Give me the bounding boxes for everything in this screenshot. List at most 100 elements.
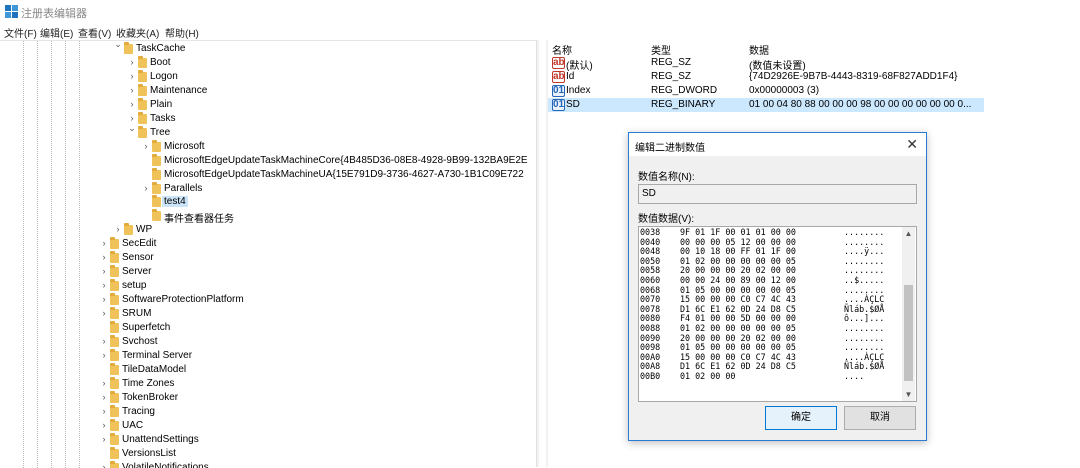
tree-node[interactable]: VersionsList bbox=[0, 447, 536, 461]
tree-node[interactable]: › Microsoft bbox=[0, 140, 536, 154]
chevron-right-icon[interactable]: › bbox=[99, 392, 109, 402]
chevron-right-icon[interactable]: › bbox=[99, 406, 109, 416]
close-icon[interactable]: ✕ bbox=[906, 136, 918, 153]
chevron-down-icon[interactable]: ⌄ bbox=[113, 40, 123, 50]
tree-node[interactable]: TileDataModel bbox=[0, 363, 536, 377]
chevron-right-icon[interactable]: › bbox=[127, 71, 137, 81]
scroll-up-icon[interactable]: ▲ bbox=[902, 229, 915, 238]
chevron-right-icon[interactable]: › bbox=[99, 462, 109, 468]
tree-node[interactable]: ›WP bbox=[0, 223, 536, 237]
tree-node[interactable]: ›setup bbox=[0, 279, 536, 293]
tree-node[interactable]: ›UnattendSettings bbox=[0, 433, 536, 447]
tree-node[interactable]: ›SRUM bbox=[0, 307, 536, 321]
chevron-right-icon[interactable]: › bbox=[99, 420, 109, 430]
value-row-index[interactable]: 01 Index REG_DWORD 0x00000003 (3) bbox=[548, 84, 984, 98]
value-row-default[interactable]: ab (默认) REG_SZ (数值未设置) bbox=[548, 56, 984, 70]
chevron-right-icon[interactable]: › bbox=[99, 308, 109, 318]
folder-icon bbox=[138, 100, 147, 110]
tree-node[interactable]: MicrosoftEdgeUpdateTaskMachineUA{15E791D… bbox=[0, 168, 536, 182]
hex-bytes: 01 02 00 00 bbox=[680, 372, 735, 381]
cancel-button[interactable]: 取消 bbox=[844, 406, 916, 430]
tree-node[interactable]: ›Plain bbox=[0, 98, 536, 112]
ok-button[interactable]: 确定 bbox=[765, 406, 837, 430]
tree-node[interactable]: ›Server bbox=[0, 265, 536, 279]
menu-edit[interactable]: 编辑(E) bbox=[40, 25, 73, 40]
tree-node[interactable]: ›TokenBroker bbox=[0, 391, 536, 405]
chevron-right-icon[interactable]: › bbox=[99, 378, 109, 388]
chevron-right-icon[interactable]: › bbox=[141, 141, 151, 151]
tree-scrollbar[interactable] bbox=[536, 40, 548, 467]
value-type: REG_SZ bbox=[651, 57, 691, 68]
tree-node[interactable]: ›Tracing bbox=[0, 405, 536, 419]
tree-node[interactable]: ›Svchost bbox=[0, 335, 536, 349]
chevron-right-icon[interactable]: › bbox=[127, 113, 137, 123]
hex-address: 0098 bbox=[640, 343, 660, 352]
hex-ascii: ..$..... bbox=[844, 276, 884, 285]
hex-bytes: 01 05 00 00 00 00 00 05 bbox=[680, 343, 796, 352]
chevron-right-icon[interactable]: › bbox=[99, 336, 109, 346]
menu-file[interactable]: 文件(F) bbox=[4, 25, 37, 40]
hex-address: 0038 bbox=[640, 228, 660, 237]
tree-node[interactable]: MicrosoftEdgeUpdateTaskMachineCore{4B485… bbox=[0, 154, 536, 168]
tree-node[interactable]: ⌄TaskCache bbox=[0, 42, 536, 56]
column-header-name[interactable]: 名称 bbox=[552, 42, 572, 57]
folder-icon bbox=[152, 211, 161, 221]
chevron-right-icon[interactable]: › bbox=[99, 280, 109, 290]
chevron-right-icon[interactable]: › bbox=[127, 57, 137, 67]
tree-node-label: Microsoft bbox=[164, 141, 205, 152]
chevron-right-icon[interactable]: › bbox=[99, 434, 109, 444]
tree-node-label: MicrosoftEdgeUpdateTaskMachineUA{15E791D… bbox=[164, 169, 524, 180]
tree-node[interactable]: Superfetch bbox=[0, 321, 536, 335]
tree-node[interactable]: ⌄Tree bbox=[0, 126, 536, 140]
column-header-type[interactable]: 类型 bbox=[651, 42, 671, 57]
chevron-right-icon[interactable]: › bbox=[113, 224, 123, 234]
title-bar: 注册表编辑器 bbox=[0, 0, 1080, 23]
tree-node[interactable]: ›Parallels bbox=[0, 182, 536, 196]
folder-icon bbox=[110, 449, 119, 459]
menu-view[interactable]: 查看(V) bbox=[78, 25, 111, 40]
tree-node[interactable]: ›Maintenance bbox=[0, 84, 536, 98]
hex-editor[interactable]: ▲ ▼ 00389F 01 1F 00 01 01 00 00........0… bbox=[638, 226, 917, 402]
window-title: 注册表编辑器 bbox=[21, 5, 87, 21]
tree-scrollbar-thumb[interactable] bbox=[539, 40, 546, 467]
tree-node[interactable]: ›Terminal Server bbox=[0, 349, 536, 363]
registry-tree[interactable]: ⌄TaskCache›Boot›Logon›Maintenance›Plain›… bbox=[0, 40, 536, 468]
chevron-right-icon[interactable]: › bbox=[99, 238, 109, 248]
hex-scrollbar-thumb[interactable] bbox=[904, 285, 913, 381]
chevron-right-icon[interactable]: › bbox=[99, 252, 109, 262]
chevron-down-icon[interactable]: ⌄ bbox=[127, 123, 137, 134]
tree-node[interactable]: ›Boot bbox=[0, 56, 536, 70]
tree-node-label: test4 bbox=[162, 196, 188, 207]
tree-node[interactable]: ›SoftwareProtectionPlatform bbox=[0, 293, 536, 307]
tree-node[interactable]: ›Logon bbox=[0, 70, 536, 84]
tree-node[interactable]: ›Tasks bbox=[0, 112, 536, 126]
chevron-right-icon[interactable]: › bbox=[127, 99, 137, 109]
tree-node[interactable]: ›UAC bbox=[0, 419, 536, 433]
tree-node[interactable]: test4 bbox=[0, 195, 536, 209]
value-data-label: 数值数据(V): bbox=[638, 210, 694, 225]
tree-node[interactable]: ›Sensor bbox=[0, 251, 536, 265]
value-row-id[interactable]: ab Id REG_SZ {74D2926E-9B7B-4443-8319-68… bbox=[548, 70, 984, 84]
chevron-right-icon[interactable]: › bbox=[99, 294, 109, 304]
hex-ascii: ........ bbox=[844, 343, 884, 352]
tree-node[interactable]: ›SecEdit bbox=[0, 237, 536, 251]
folder-icon bbox=[110, 337, 119, 347]
hex-scrollbar[interactable]: ▲ ▼ bbox=[902, 227, 915, 401]
dialog-title-bar[interactable]: 编辑二进制数值 ✕ bbox=[629, 133, 926, 156]
scroll-down-icon[interactable]: ▼ bbox=[902, 390, 915, 399]
tree-node[interactable]: ›Time Zones bbox=[0, 377, 536, 391]
value-data: 01 00 04 80 88 00 00 00 98 00 00 00 00 0… bbox=[749, 99, 971, 110]
column-header-data[interactable]: 数据 bbox=[749, 42, 769, 57]
menu-favorites[interactable]: 收藏夹(A) bbox=[116, 25, 159, 40]
folder-icon bbox=[138, 72, 147, 82]
tree-node[interactable]: 事件查看器任务 bbox=[0, 209, 536, 223]
value-row-sd[interactable]: 01 SD REG_BINARY 01 00 04 80 88 00 00 00… bbox=[548, 98, 984, 112]
hex-bytes: 00 00 24 00 89 00 12 00 bbox=[680, 276, 796, 285]
tree-node-label: TileDataModel bbox=[122, 364, 186, 375]
menu-help[interactable]: 帮助(H) bbox=[165, 25, 199, 40]
folder-icon bbox=[110, 379, 119, 389]
chevron-right-icon[interactable]: › bbox=[141, 183, 151, 193]
chevron-right-icon[interactable]: › bbox=[99, 266, 109, 276]
chevron-right-icon[interactable]: › bbox=[127, 85, 137, 95]
chevron-right-icon[interactable]: › bbox=[99, 350, 109, 360]
